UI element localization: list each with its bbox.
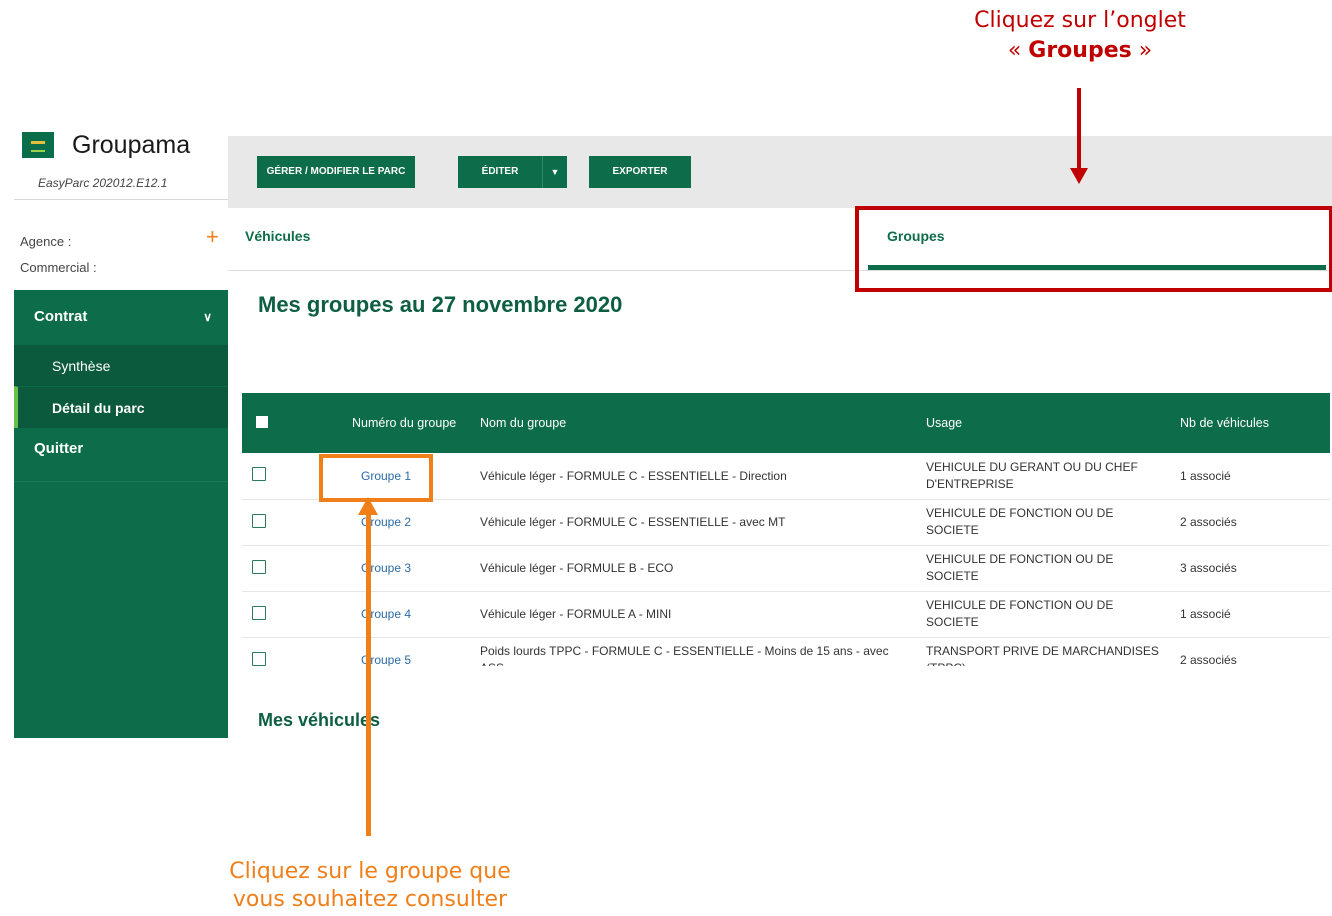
annotation-groupes-word: Groupes bbox=[1028, 38, 1132, 63]
sidebar-divider bbox=[14, 199, 228, 200]
app-version: EasyParc 202012.E12.1 bbox=[38, 176, 168, 190]
groupama-logo-icon bbox=[22, 132, 54, 158]
annotation-top-line2: « Groupes » bbox=[900, 36, 1260, 66]
header-nom: Nom du groupe bbox=[480, 416, 567, 430]
sidebar: Groupama EasyParc 202012.E12.1 Agence : … bbox=[14, 128, 228, 738]
header-numero: Numéro du groupe bbox=[352, 416, 457, 430]
group-usage: VEHICULE DE FONCTION OU DE SOCIETE bbox=[926, 598, 1114, 629]
tab-vehicules[interactable]: Véhicules bbox=[245, 208, 310, 264]
group-usage: VEHICULE DU GERANT OU DU CHEF D'ENTREPRI… bbox=[926, 459, 1138, 491]
sidebar-item-contrat-label: Contrat bbox=[34, 308, 88, 325]
commercial-label: Commercial : bbox=[20, 260, 97, 275]
group-usage: VEHICULE DE FONCTION OU DE SOCIETE bbox=[926, 552, 1114, 583]
row-checkbox[interactable] bbox=[252, 605, 266, 620]
sidebar-item-synthese[interactable]: Synthèse bbox=[14, 344, 228, 386]
red-arrow-icon bbox=[1077, 88, 1081, 170]
header-usage: Usage bbox=[926, 416, 963, 430]
table-row: Groupe 3 Véhicule léger - FORMULE B - EC… bbox=[242, 545, 1330, 591]
row-checkbox[interactable] bbox=[252, 513, 266, 528]
group-usage: VEHICULE DE FONCTION OU DE SOCIETE bbox=[926, 506, 1114, 537]
groupes-tab-highlight bbox=[855, 206, 1332, 292]
group-count: 2 associés bbox=[1180, 515, 1237, 529]
agence-label: Agence : bbox=[20, 234, 72, 249]
editer-button[interactable]: ÉDITER bbox=[458, 156, 542, 188]
table-header: Numéro du groupe Nom du groupe Usage Nb … bbox=[242, 393, 1330, 453]
table-row: Groupe 2 Véhicule léger - FORMULE C - ES… bbox=[242, 499, 1330, 545]
group-count: 1 associé bbox=[1180, 468, 1231, 483]
sidebar-item-contrat[interactable]: Contrat ∨ bbox=[14, 290, 228, 344]
sidebar-item-quitter[interactable]: Quitter bbox=[14, 428, 228, 482]
sidebar-item-detail-du-parc[interactable]: Détail du parc bbox=[14, 386, 228, 428]
logo: Groupama bbox=[22, 130, 191, 159]
group-name: Véhicule léger - FORMULE C - ESSENTIELLE… bbox=[480, 468, 787, 483]
annotation-quote-close: » bbox=[1131, 38, 1153, 63]
sidebar-menu: Contrat ∨ Synthèse Détail du parc Quitte… bbox=[14, 290, 228, 738]
logo-text: Groupama bbox=[72, 130, 191, 159]
orange-arrow-icon bbox=[366, 512, 371, 836]
editer-dropdown-caret-icon[interactable]: ▼ bbox=[542, 156, 567, 188]
chevron-down-icon: ∨ bbox=[203, 310, 212, 324]
row-checkbox[interactable] bbox=[252, 559, 266, 574]
toolbar: GÉRER / MODIFIER LE PARC ÉDITER ▼ EXPORT… bbox=[228, 136, 1332, 208]
red-arrow-head-icon bbox=[1070, 168, 1088, 184]
select-all-checkbox[interactable] bbox=[256, 415, 268, 428]
group-name: Véhicule léger - FORMULE B - ECO bbox=[480, 561, 674, 575]
page-title: Mes groupes au 27 novembre 2020 bbox=[258, 292, 623, 317]
vehicles-section-title: Mes véhicules bbox=[258, 710, 381, 730]
plus-icon[interactable]: + bbox=[206, 224, 219, 250]
group-count: 3 associés bbox=[1180, 561, 1237, 575]
table-row: Groupe 4 Véhicule léger - FORMULE A - MI… bbox=[242, 591, 1330, 637]
annotation-bottom-line2: vous souhaitez consulter bbox=[232, 887, 508, 912]
row-checkbox[interactable] bbox=[252, 467, 266, 482]
annotation-quote-open: « bbox=[1007, 38, 1029, 63]
group-name: Véhicule léger - FORMULE C - ESSENTIELLE… bbox=[480, 515, 786, 529]
exporter-button[interactable]: EXPORTER bbox=[589, 156, 691, 188]
row-checkbox[interactable] bbox=[252, 651, 266, 666]
group-name: Véhicule léger - FORMULE A - MINI bbox=[480, 607, 672, 621]
group-count: 1 associé bbox=[1180, 607, 1231, 621]
table-scroll-clip bbox=[242, 666, 1330, 706]
groupe1-highlight bbox=[319, 454, 433, 502]
annotation-top-line1: Cliquez sur l’onglet bbox=[974, 8, 1186, 33]
select-all-cell bbox=[242, 393, 352, 453]
annotation-bottom-line1: Cliquez sur le groupe que bbox=[229, 859, 511, 884]
annotation-group-click: Cliquez sur le groupe que vous souhaitez… bbox=[180, 858, 560, 914]
header-nb-vehicules: Nb de véhicules bbox=[1180, 416, 1269, 430]
groups-table: Numéro du groupe Nom du groupe Usage Nb … bbox=[242, 393, 1330, 684]
gerer-modifier-parc-button[interactable]: GÉRER / MODIFIER LE PARC bbox=[257, 156, 415, 188]
annotation-groupes-tab: Cliquez sur l’onglet « Groupes » bbox=[900, 6, 1260, 66]
